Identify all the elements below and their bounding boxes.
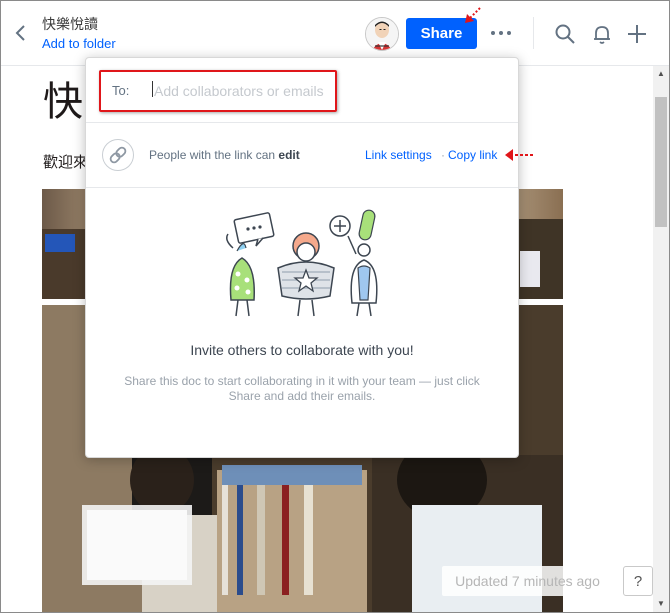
link-separator: · [441, 148, 445, 162]
search-icon[interactable] [554, 23, 576, 45]
collaborate-illustration [226, 209, 378, 317]
annotation-highlight-box [99, 70, 337, 112]
link-permission-text: People with the link can edit [149, 148, 300, 162]
share-dialog: To: People with the link can edit Link s… [85, 57, 519, 458]
updated-status: Updated 7 minutes ago [442, 566, 613, 596]
link-icon [102, 139, 134, 171]
back-chevron-icon[interactable] [13, 23, 29, 43]
link-settings-link[interactable]: Link settings [365, 148, 432, 162]
bell-icon[interactable] [591, 23, 613, 45]
app-window: 快 歡迎來 ▲ ▼ Updated 7 minutes ago ? 快樂悅讀 A… [0, 0, 670, 613]
plus-icon[interactable] [626, 23, 648, 45]
more-icon[interactable] [489, 25, 513, 41]
link-sharing-row: People with the link can edit Link setti… [86, 123, 518, 188]
doc-paragraph[interactable]: 歡迎來 [43, 151, 88, 172]
doc-title[interactable]: 快樂悅讀 [42, 14, 98, 34]
invite-title: Invite others to collaborate with you! [190, 342, 414, 358]
scroll-down-arrow[interactable]: ▼ [653, 596, 669, 612]
help-button[interactable]: ? [623, 566, 653, 596]
avatar[interactable] [365, 17, 399, 51]
invite-subtitle: Share this doc to start collaborating in… [124, 374, 480, 403]
scrollbar-thumb[interactable] [655, 97, 667, 227]
link-text-prefix: People with the link can [149, 148, 276, 162]
to-row: To: [86, 58, 518, 123]
copy-link-button[interactable]: Copy link [448, 148, 497, 162]
doc-heading[interactable]: 快 [43, 69, 83, 127]
link-permission-value: edit [278, 148, 300, 162]
scroll-up-arrow[interactable]: ▲ [653, 66, 669, 82]
annotation-arrow-share [465, 7, 481, 23]
header-divider [533, 17, 534, 49]
annotation-arrow-copy-link [505, 149, 533, 161]
add-to-folder-link[interactable]: Add to folder [42, 36, 116, 51]
